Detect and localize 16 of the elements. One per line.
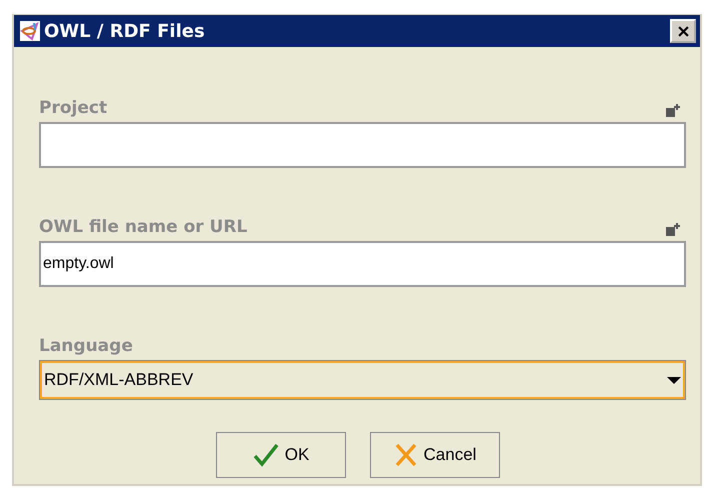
- checkmark-icon: [252, 443, 279, 467]
- cross-icon: [394, 443, 418, 467]
- add-icon[interactable]: [666, 223, 680, 237]
- ok-button[interactable]: OK: [216, 432, 346, 478]
- field-label: Language: [39, 336, 133, 356]
- close-icon: [678, 26, 688, 36]
- add-icon[interactable]: [666, 104, 680, 118]
- field-label: Project: [39, 98, 108, 118]
- input-field[interactable]: empty.owl: [39, 241, 686, 287]
- cancel-button[interactable]: Cancel: [370, 432, 500, 478]
- close-button[interactable]: [670, 19, 696, 43]
- window-title: OWL / RDF Files: [44, 20, 206, 42]
- input-field[interactable]: [39, 122, 686, 168]
- language-dropdown[interactable]: RDF/XML-ABBREV: [39, 360, 686, 400]
- app-logo-icon: [20, 21, 40, 41]
- field-label: OWL file name or URL: [39, 217, 248, 237]
